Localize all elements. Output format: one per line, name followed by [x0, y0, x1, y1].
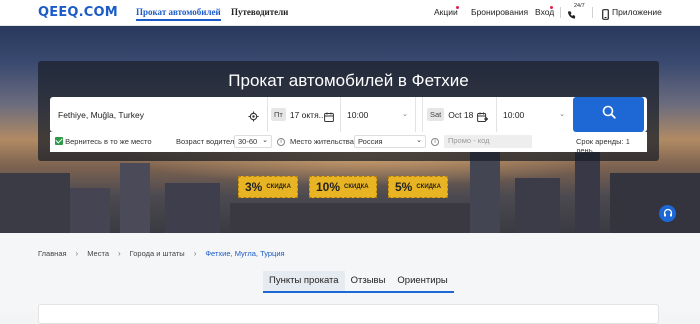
content-area: Главная › Места › Города и штаты › Фетхи…: [0, 233, 700, 324]
section-tabs: Пункты проката Отзывы Ориентиры: [263, 271, 454, 293]
driver-age-value: 30-60: [238, 137, 258, 146]
pickup-time-value: 10:00: [347, 109, 369, 120]
chevron-down-icon: ⌄: [416, 137, 422, 144]
info-icon[interactable]: i: [277, 136, 285, 146]
pickup-day-chip: Пт: [271, 108, 286, 121]
login-notification-dot: [550, 6, 553, 9]
page-title: Прокат автомобилей в Фетхие: [228, 71, 469, 90]
chevron-down-icon: ⌄: [559, 111, 565, 118]
calendar-arrow-icon: [477, 109, 489, 127]
info-icon[interactable]: i: [431, 136, 439, 146]
residence-select[interactable]: Россия ⌄: [354, 135, 426, 148]
nav-deals[interactable]: Акции: [434, 7, 458, 17]
search-options: Вернитесь в то же место Возраст водителя…: [50, 132, 647, 155]
rental-term: Срок аренды: 1 день: [576, 137, 630, 155]
dropoff-time-field[interactable]: 10:00 ⌄: [497, 97, 572, 132]
skyline-building: [165, 183, 220, 233]
support-chat-button[interactable]: [659, 205, 676, 222]
dropoff-time-value: 10:00: [503, 109, 525, 120]
skyline-building: [610, 173, 700, 233]
pickup-date-value: 17 октя...: [289, 109, 326, 120]
tab-landmarks[interactable]: Ориентиры: [391, 271, 453, 291]
pickup-time-field[interactable]: 10:00 ⌄: [341, 97, 416, 132]
content-card: [38, 304, 659, 324]
coupon-badge[interactable]: 5% СКИДКА: [388, 176, 448, 198]
skyline-building: [120, 163, 150, 233]
skyline-building: [515, 178, 560, 233]
coupon-badge[interactable]: 10% СКИДКА: [309, 176, 377, 198]
locate-icon[interactable]: [248, 109, 259, 127]
logo[interactable]: QEEQ.COM: [38, 5, 118, 20]
calendar-icon: [324, 109, 334, 127]
promo-code-input[interactable]: Промо - код: [444, 135, 532, 148]
skyline-building: [70, 188, 110, 233]
coupon-percent: 3%: [245, 180, 263, 194]
residence-value: Россия: [358, 137, 383, 146]
driver-age-label: Возраст водителя:: [176, 137, 241, 146]
nav-car-rental[interactable]: Прокат автомобилей: [136, 7, 221, 21]
breadcrumb-current: Фетхие, Мугла, Турция: [205, 249, 285, 258]
support-badge: 24/7: [574, 3, 585, 9]
nav-bookings[interactable]: Бронирования: [471, 7, 528, 17]
coupon-label: СКИДКА: [344, 184, 369, 190]
nav-divider: [592, 7, 593, 18]
breadcrumb-item[interactable]: Места: [87, 249, 109, 258]
skyline-building: [230, 203, 470, 233]
chevron-right-icon: ›: [118, 249, 121, 258]
dropoff-day-chip: Sat: [427, 108, 445, 121]
driver-age-select[interactable]: 30-60 ⌄: [234, 135, 272, 148]
coupon-label: СКИДКА: [416, 184, 441, 190]
location-value: Fethiye, Muğla, Turkey: [58, 109, 144, 120]
nav-guides[interactable]: Путеводители: [231, 7, 288, 17]
headset-icon: [663, 205, 673, 223]
chevron-down-icon: ⌄: [262, 137, 268, 144]
deals-notification-dot: [456, 6, 459, 9]
coupon-label: СКИДКА: [266, 184, 291, 190]
checkbox-checked-icon: [55, 137, 63, 145]
dropoff-date-value: Oct 18: [448, 109, 474, 120]
nav-divider: [560, 7, 561, 18]
chevron-right-icon: ›: [75, 249, 79, 258]
mobile-icon: [602, 7, 609, 25]
chevron-right-icon: ›: [193, 249, 197, 258]
breadcrumb: Главная › Места › Города и штаты › Фетхи…: [38, 249, 285, 258]
chevron-down-icon: ⌄: [402, 111, 408, 118]
top-navigation: QEEQ.COM Прокат автомобилей Путеводители…: [0, 0, 700, 26]
breadcrumb-item[interactable]: Главная: [38, 249, 67, 258]
breadcrumb-item[interactable]: Города и штаты: [130, 249, 185, 258]
residence-label: Место жительства:: [290, 137, 356, 146]
tab-rental-points[interactable]: Пункты проката: [263, 271, 345, 291]
coupon-percent: 5%: [395, 180, 413, 194]
search-icon: [602, 105, 616, 124]
phone-icon[interactable]: [567, 7, 576, 25]
location-field[interactable]: Fethiye, Muğla, Turkey: [50, 97, 268, 132]
return-same-checkbox[interactable]: Вернитесь в то же место: [55, 137, 152, 146]
coupon-percent: 10%: [316, 180, 341, 194]
search-button[interactable]: [573, 97, 644, 132]
search-form: Fethiye, Muğla, Turkey Пт 17 октя... 10:…: [50, 97, 647, 132]
nav-app[interactable]: Приложение: [612, 7, 662, 17]
return-same-label: Вернитесь в то же место: [65, 137, 152, 146]
coupon-badge[interactable]: 3% СКИДКА: [238, 176, 298, 198]
tab-reviews[interactable]: Отзывы: [345, 271, 392, 291]
skyline-building: [0, 173, 70, 233]
